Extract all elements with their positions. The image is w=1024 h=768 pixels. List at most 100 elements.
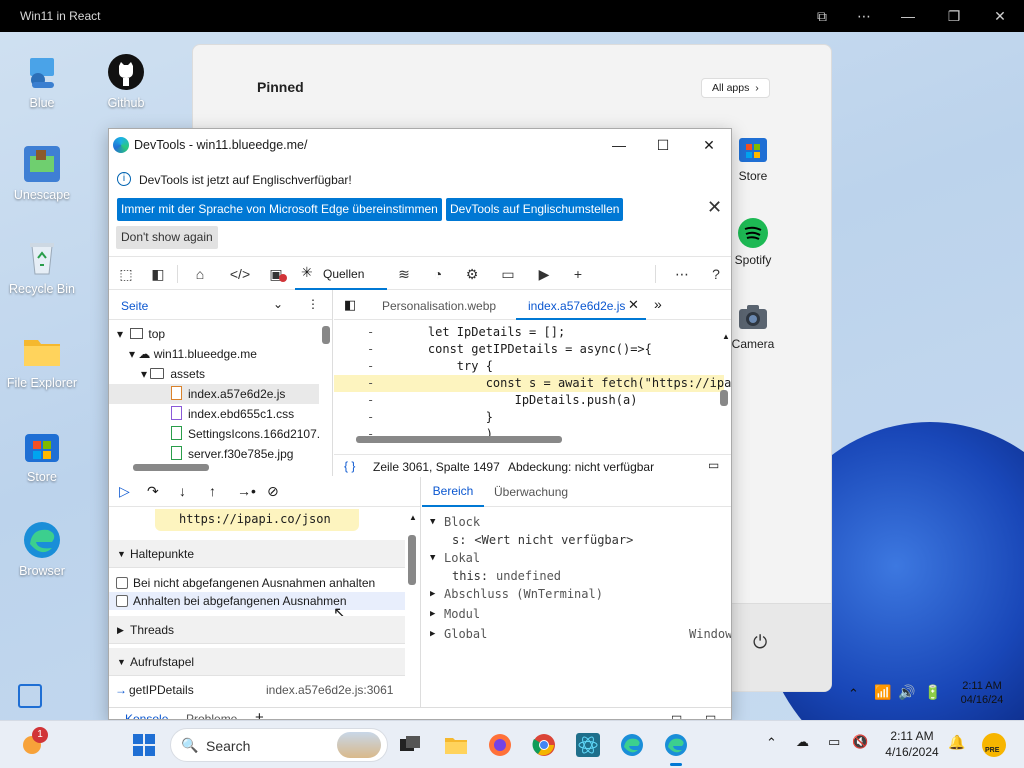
tray-clock[interactable]: 2:11 AM 04/16/24 — [952, 679, 1012, 707]
minimize-button[interactable]: — — [609, 135, 629, 155]
expand-drawer-icon[interactable]: ▭ — [705, 710, 716, 719]
scope-section[interactable]: ▶ Modul — [422, 605, 731, 623]
help-icon[interactable]: ? — [705, 264, 727, 284]
inspect-icon[interactable]: ⬚ — [115, 264, 137, 284]
tree-row[interactable]: ▾ ☁ win11.blueedge.me — [109, 344, 319, 364]
step-into-icon[interactable]: ↓ — [179, 483, 186, 499]
snap-icon[interactable]: ⧉ — [812, 6, 832, 26]
tree-row[interactable]: SettingsIcons.166d2107. — [109, 424, 320, 444]
add-tab-icon[interactable]: + — [255, 709, 264, 719]
callstack-section[interactable]: ▼ Aufrufstapel — [109, 648, 405, 676]
switch-english-button[interactable]: DevTools auf Englischumstellen — [446, 198, 624, 221]
react-devtools-icon[interactable] — [576, 733, 600, 757]
pause-caught-checkbox[interactable]: Anhalten bei abgefangenen Ausnahmen — [109, 592, 405, 610]
chevron-up-icon[interactable]: ⌃ — [766, 735, 777, 751]
line-gutter[interactable]: - — [367, 358, 374, 375]
tree-row[interactable]: index.a57e6d2e.js — [109, 384, 319, 404]
line-gutter[interactable]: - — [367, 375, 374, 392]
all-apps-button[interactable]: All apps › — [701, 78, 770, 98]
memory-icon[interactable]: ⚙ — [461, 264, 483, 284]
close-button[interactable]: ✕ — [990, 6, 1010, 26]
insider-icon[interactable]: PRE — [982, 733, 1006, 757]
vertical-scrollbar[interactable] — [408, 535, 416, 585]
cloud-offline-icon[interactable]: ☁ — [796, 734, 809, 750]
kebab-menu-icon[interactable]: ⋮ — [307, 297, 319, 311]
code-line[interactable]: - try { — [334, 358, 724, 375]
vertical-scrollbar[interactable] — [322, 326, 330, 344]
code-line[interactable]: - } — [334, 409, 724, 426]
step-icon[interactable]: →• — [237, 483, 256, 499]
desktop-icon-github[interactable]: Github — [84, 52, 168, 110]
speaker-muted-icon[interactable]: 🔇 — [852, 734, 868, 750]
pause-uncaught-checkbox[interactable]: Bei nicht abgefangenen Ausnahmen anhalte… — [109, 574, 405, 592]
widgets-icon[interactable] — [18, 684, 42, 708]
edge-icon[interactable] — [620, 733, 644, 757]
wifi-icon[interactable]: 📶 — [874, 684, 891, 701]
tree-row[interactable]: server.f30e785e.jpg — [109, 444, 319, 464]
scope-section[interactable]: ▶ Global Window — [422, 625, 731, 643]
scope-section[interactable]: ▶ Abschluss (WnTerminal) — [422, 585, 731, 603]
more-icon[interactable]: ⋯ — [854, 6, 874, 26]
network-icon[interactable]: ≋ — [393, 264, 415, 284]
start-app-store[interactable]: Store — [723, 133, 783, 183]
scroll-up-icon[interactable]: ▲ — [722, 332, 730, 341]
scope-variable[interactable]: s: <Wert nicht verfügbar> — [422, 531, 731, 549]
resume-icon[interactable]: ▷ — [119, 483, 130, 500]
checkbox[interactable] — [116, 595, 128, 607]
desktop-icon-browser[interactable]: Browser — [0, 520, 84, 578]
drawer-tab-problems[interactable]: Probleme — [186, 712, 237, 719]
bell-icon[interactable]: 🔔 — [948, 734, 965, 751]
dock-icon[interactable]: ▭ — [671, 710, 682, 719]
horizontal-scrollbar[interactable] — [133, 464, 209, 471]
desktop-icon-blue[interactable]: Blue — [0, 52, 84, 110]
code-line[interactable]: - IpDetails.push(a) — [334, 392, 724, 409]
desktop-icon-unescape[interactable]: Unescape — [0, 144, 84, 202]
desktop-icon-file-explorer[interactable]: File Explorer — [0, 332, 84, 390]
tab-scope[interactable]: Bereich — [422, 477, 484, 507]
vertical-scrollbar[interactable] — [720, 390, 728, 406]
task-view-icon[interactable] — [398, 733, 422, 757]
taskbar-search[interactable]: 🔍 Search — [170, 728, 388, 762]
breakpoints-section[interactable]: ▼ Haltepunkte — [109, 540, 405, 568]
screenshot-icon[interactable]: ▭ — [708, 458, 719, 472]
speaker-icon[interactable]: 🔊 — [898, 684, 915, 701]
scope-variable[interactable]: this: undefined — [422, 567, 731, 585]
infobar-close-icon[interactable]: ✕ — [707, 197, 722, 218]
scope-section[interactable]: ▼ Block — [422, 513, 731, 531]
tab-watch[interactable]: Überwachung — [494, 485, 568, 499]
tree-row[interactable]: ▾ top — [109, 324, 319, 344]
start-app-spotify[interactable]: Spotify — [723, 217, 783, 267]
callstack-frame[interactable]: → getIPDetails index.a57e6d2e.js:3061 — [109, 681, 405, 699]
line-gutter[interactable]: - — [367, 324, 374, 341]
chevron-down-icon[interactable]: ⌄ — [273, 297, 283, 311]
console-icon[interactable]: ▣ — [265, 264, 287, 284]
tree-row[interactable]: ▾ assets — [109, 364, 319, 384]
application-icon[interactable]: ▭ — [497, 264, 519, 284]
desktop-icon-store[interactable]: Store — [0, 426, 84, 484]
minimize-button[interactable]: — — [898, 6, 918, 26]
navigator-tab-page[interactable]: Seite — [121, 299, 148, 313]
close-tab-icon[interactable]: ✕ — [628, 297, 639, 313]
scope-section[interactable]: ▼ Lokal — [422, 549, 731, 567]
close-button[interactable]: ✕ — [699, 135, 719, 155]
edge-devtools-icon[interactable] — [664, 733, 688, 766]
start-app-camera[interactable]: Camera — [723, 301, 783, 351]
line-gutter[interactable]: - — [367, 341, 374, 358]
performance-icon[interactable]: ◔ — [427, 264, 449, 284]
drawer-tab-console[interactable]: Konsole — [125, 712, 168, 719]
editor-tab-active[interactable]: index.a57e6d2e.js ✕ — [516, 290, 646, 320]
start-button[interactable] — [132, 733, 156, 757]
battery-icon[interactable]: 🔋 — [924, 684, 941, 701]
code-line[interactable]: - let IpDetails = []; — [334, 324, 724, 341]
step-over-icon[interactable]: ↷ — [147, 483, 159, 500]
line-gutter[interactable]: - — [367, 392, 374, 409]
deactivate-breakpoints-icon[interactable]: ⊘ — [267, 483, 279, 500]
desktop-icon-recycle-bin[interactable]: Recycle Bin — [0, 238, 84, 296]
home-icon[interactable]: ⌂ — [189, 264, 211, 284]
pretty-print-icon[interactable]: { } — [344, 459, 355, 473]
elements-icon[interactable]: </> — [229, 264, 251, 284]
chevron-up-icon[interactable]: ⌃ — [848, 686, 859, 702]
scroll-up-icon[interactable]: ▲ — [409, 513, 417, 522]
firefox-icon[interactable] — [488, 733, 512, 757]
tab-sources[interactable]: ✳ Quellen — [295, 257, 387, 290]
